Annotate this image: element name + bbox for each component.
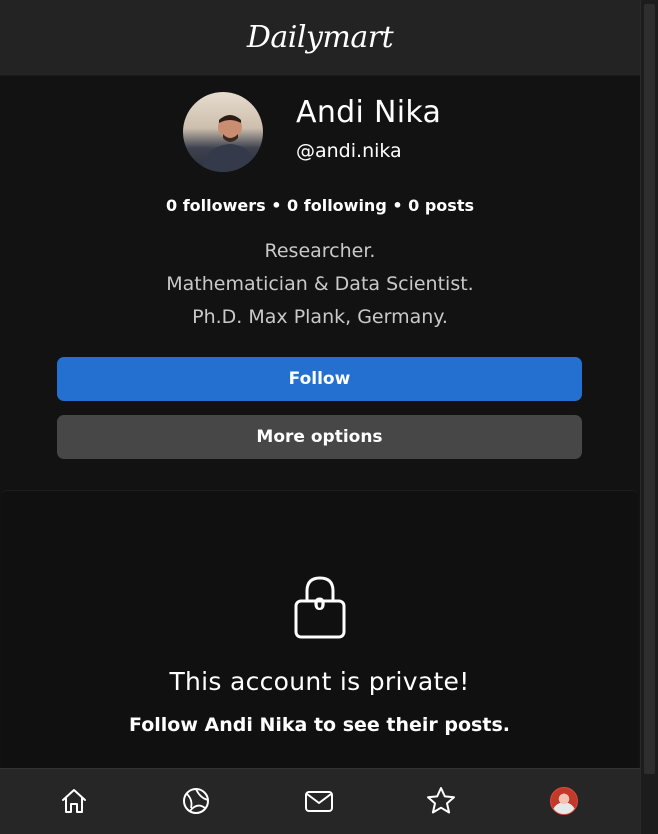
avatar-photo <box>201 115 259 172</box>
follow-button[interactable]: Follow <box>57 357 582 401</box>
more-options-button[interactable]: More options <box>57 415 582 459</box>
bio-line: Researcher. <box>264 240 376 262</box>
private-subtitle: Follow Andi Nika to see their posts. <box>129 714 510 736</box>
avatar <box>183 92 263 172</box>
scrollbar-thumb[interactable] <box>644 4 655 774</box>
nav-home[interactable] <box>56 783 92 819</box>
profile-stats: 0 followers • 0 following • 0 posts <box>166 196 474 215</box>
star-icon <box>427 787 455 814</box>
nav-explore[interactable] <box>178 783 214 819</box>
private-account-card: 0 This account is private! Follow Andi N… <box>1 490 638 780</box>
globe-icon <box>183 788 209 814</box>
bottom-nav <box>0 768 640 834</box>
lock-count: 0 <box>313 595 326 615</box>
home-icon <box>62 789 86 813</box>
profile-header: Andi Nika @andi.nika <box>183 92 483 172</box>
private-title: This account is private! <box>169 667 470 696</box>
nav-messages[interactable] <box>301 783 337 819</box>
profile-name: Andi Nika <box>296 95 442 130</box>
mail-icon <box>305 791 333 812</box>
bio-line: Ph.D. Max Plank, Germany. <box>192 306 448 328</box>
nav-favorites[interactable] <box>423 783 459 819</box>
nav-profile[interactable] <box>546 783 582 819</box>
bio-line: Mathematician & Data Scientist. <box>166 273 474 295</box>
scrollbar[interactable] <box>640 0 658 834</box>
brand-logo[interactable]: Dailymart <box>247 20 394 55</box>
app-root: Dailymart Andi Nika @andi.nika 0 followe… <box>0 0 640 834</box>
top-bar: Dailymart <box>0 0 640 76</box>
profile-avatar-icon <box>550 787 578 815</box>
profile-handle: @andi.nika <box>296 140 402 162</box>
profile-bio: Researcher. Mathematician & Data Scienti… <box>0 235 640 334</box>
